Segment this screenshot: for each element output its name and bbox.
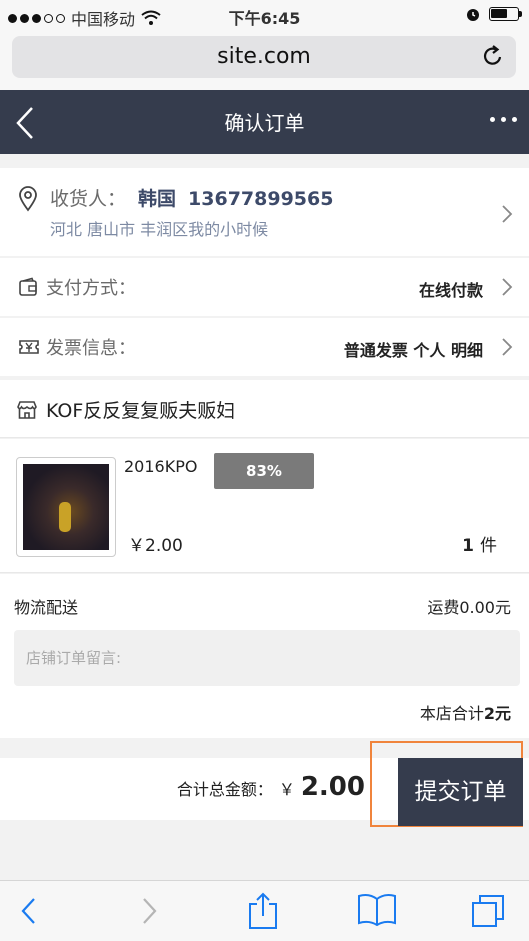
- submit-order-button[interactable]: 提交订单: [398, 758, 523, 826]
- quantity-value: 1: [462, 536, 474, 556]
- invoice-yen-icon: [19, 340, 39, 354]
- invoice-info-row[interactable]: 发票信息： 普通发票 个人 明细: [0, 318, 529, 376]
- subtotal-label: 本店合计: [419, 704, 484, 723]
- payment-method-row[interactable]: 支付方式： 在线付款: [0, 258, 529, 316]
- shipping-fee: 运费0.00元: [427, 598, 511, 617]
- chevron-right-icon: [502, 205, 513, 223]
- reload-icon[interactable]: [482, 44, 504, 68]
- url-text: site.com: [217, 44, 311, 69]
- location-pin-icon: [19, 186, 37, 212]
- safari-back-icon[interactable]: [18, 895, 40, 927]
- total-currency: ￥: [278, 780, 295, 799]
- shipping-address-card[interactable]: 收货人： 韩国 13677899565 河北 唐山市 丰润区我的小时候: [0, 168, 529, 256]
- quantity-unit: 件: [480, 536, 497, 556]
- shipping-label: 物流配送: [14, 598, 79, 617]
- order-note-box[interactable]: [14, 630, 520, 686]
- payment-value: 在线付款: [418, 281, 483, 300]
- recipient-phone: 13677899565: [188, 188, 334, 210]
- product-quantity: 1件: [462, 531, 497, 556]
- battery-icon: [489, 7, 522, 21]
- more-dots-icon[interactable]: [490, 117, 517, 122]
- chevron-right-icon: [502, 338, 513, 356]
- tabs-icon[interactable]: [470, 893, 506, 929]
- address-field[interactable]: site.com: [12, 36, 516, 78]
- total-amount: 2.00: [300, 772, 365, 802]
- total-label: 合计总金额：: [176, 780, 273, 799]
- alarm-icon: [467, 9, 479, 21]
- order-total: 合计总金额： ￥ 2.00: [177, 772, 365, 802]
- store-icon: [17, 401, 37, 419]
- order-note-input[interactable]: [14, 630, 520, 686]
- page-header: 确认订单: [0, 90, 529, 154]
- payment-label: 支付方式：: [46, 278, 136, 299]
- browser-url-bar: site.com: [0, 30, 529, 90]
- product-item[interactable]: 2016KPO 83% ￥2.00 1件: [0, 439, 529, 573]
- submit-highlight-box: 提交订单: [370, 741, 523, 827]
- subtotal-value: 2元: [483, 704, 511, 723]
- invoice-value: 普通发票 个人 明细: [343, 341, 483, 360]
- product-name: 2016KPO: [124, 457, 198, 476]
- status-time: 下午6:45: [228, 9, 301, 28]
- product-thumbnail: [16, 457, 116, 557]
- battery-level: [491, 9, 507, 18]
- page-title: 确认订单: [224, 111, 305, 135]
- shop-subtotal: 本店合计2元: [420, 700, 511, 724]
- status-bar: 中国移动 下午6:45: [0, 0, 529, 30]
- chevron-right-icon: [502, 278, 513, 296]
- recipient-line: 收货人： 韩国 13677899565: [50, 184, 333, 211]
- shop-header: KOF反反复复贩夫贩妇: [0, 380, 529, 438]
- status-right: [465, 6, 522, 22]
- address-detail: 河北 唐山市 丰润区我的小时候: [50, 220, 269, 239]
- shipping-section: 物流配送 运费0.00元 本店合计2元: [0, 574, 529, 738]
- wallet-icon: [19, 277, 37, 296]
- bookmarks-icon[interactable]: [357, 893, 397, 927]
- safari-forward-icon[interactable]: [138, 895, 160, 927]
- progress-badge: 83%: [214, 453, 314, 489]
- product-price: ￥2.00: [128, 536, 183, 556]
- share-icon[interactable]: [246, 891, 280, 931]
- invoice-label: 发票信息：: [46, 338, 136, 359]
- browser-toolbar: [0, 880, 529, 941]
- recipient-label: 收货人：: [50, 188, 127, 210]
- recipient-name: 韩国: [138, 188, 177, 210]
- shop-name: KOF反反复复贩夫贩妇: [46, 400, 236, 422]
